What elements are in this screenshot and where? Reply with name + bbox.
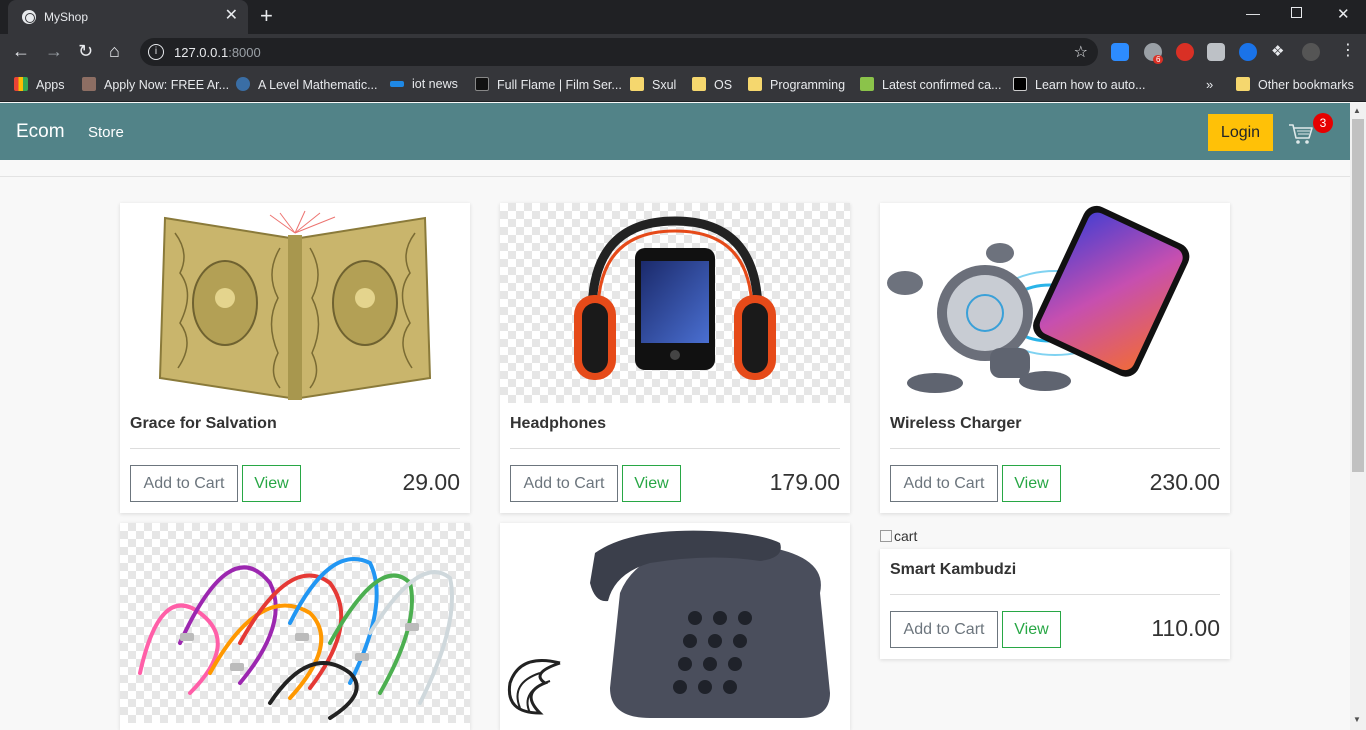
- view-button[interactable]: View: [622, 465, 681, 502]
- browser-tab[interactable]: MyShop ✕: [8, 0, 248, 34]
- card-body: Smart Kambudzi Add to Cart View 110.00: [880, 549, 1230, 659]
- product-card: [120, 523, 470, 730]
- back-arrow-icon[interactable]: ←: [12, 41, 30, 61]
- view-button[interactable]: View: [242, 465, 301, 502]
- add-to-cart-button[interactable]: Add to Cart: [890, 611, 998, 648]
- folder-icon: [630, 77, 644, 91]
- bookmark-item[interactable]: iot news: [390, 77, 458, 91]
- product-card: cart Smart Kambudzi Add to Cart View 110…: [880, 523, 1230, 659]
- product-card: [500, 523, 850, 730]
- divider: [0, 176, 1350, 177]
- shopping-cart-icon[interactable]: [1288, 121, 1314, 147]
- store-link[interactable]: Store: [88, 124, 124, 141]
- extension-icon[interactable]: [1207, 43, 1225, 61]
- forward-arrow-icon[interactable]: →: [45, 41, 63, 61]
- card-divider: [130, 448, 460, 449]
- bookmark-folder[interactable]: Programming: [748, 77, 845, 92]
- bookmark-folder[interactable]: OS: [692, 77, 732, 92]
- restore-icon[interactable]: [1291, 7, 1302, 18]
- wireless-charger-icon: [887, 205, 1190, 393]
- product-name: Smart Kambudzi: [890, 561, 1017, 578]
- site-info-icon[interactable]: i: [148, 44, 164, 60]
- tab-close-icon[interactable]: ✕: [225, 7, 238, 25]
- login-button[interactable]: Login: [1208, 114, 1273, 151]
- bookmark-star-icon[interactable]: ☆: [1074, 42, 1088, 62]
- card-divider: [510, 448, 840, 449]
- extension-icon[interactable]: [1239, 43, 1257, 61]
- scrollbar-thumb[interactable]: [1352, 119, 1364, 472]
- profile-avatar[interactable]: [1302, 43, 1320, 61]
- headphones-phone-icon: [574, 216, 776, 380]
- other-bookmarks[interactable]: Other bookmarks: [1236, 77, 1354, 92]
- product-price: 29.00: [402, 469, 460, 495]
- product-image: [500, 523, 850, 723]
- product-name: Headphones: [510, 415, 607, 432]
- bookmarks-overflow-icon[interactable]: »: [1206, 77, 1213, 92]
- product-card: Grace for Salvation Add to Cart View 29.…: [120, 203, 470, 513]
- view-button[interactable]: View: [1002, 465, 1061, 502]
- product-image: [120, 203, 470, 403]
- desk-telephone-icon: [507, 530, 830, 718]
- card-divider: [890, 448, 1220, 449]
- product-name: Grace for Salvation: [130, 415, 277, 432]
- ornate-book-icon: [158, 210, 432, 400]
- add-to-cart-button[interactable]: Add to Cart: [890, 465, 998, 502]
- new-tab-button[interactable]: +: [260, 5, 273, 27]
- scroll-up-arrow-icon[interactable]: ▲: [1353, 106, 1361, 115]
- browser-toolbar: ← → ↻ ⌂ i 127.0.0.1:8000 ☆ ❖: [0, 34, 1366, 70]
- bookmark-folder[interactable]: Sxul: [630, 77, 676, 92]
- bookmark-favicon-icon: [860, 77, 874, 91]
- bookmark-item[interactable]: Apply Now: FREE Ar...: [82, 77, 229, 92]
- puzzle-extensions-icon[interactable]: ❖: [1271, 42, 1289, 60]
- scroll-down-arrow-icon[interactable]: ▼: [1353, 715, 1361, 724]
- bookmarks-bar: Apps Apply Now: FREE Ar... A Level Mathe…: [0, 70, 1366, 102]
- bookmark-item[interactable]: Learn how to auto...: [1013, 77, 1146, 92]
- address-bar[interactable]: i 127.0.0.1:8000 ☆: [140, 38, 1098, 66]
- add-to-cart-button[interactable]: Add to Cart: [510, 465, 618, 502]
- home-icon[interactable]: ⌂: [109, 41, 120, 61]
- bookmark-item[interactable]: A Level Mathematic...: [236, 77, 378, 92]
- colorful-cables-icon: [138, 557, 454, 720]
- bookmark-item[interactable]: Full Flame | Film Ser...: [475, 77, 622, 92]
- folder-icon: [748, 77, 762, 91]
- site-navbar: Ecom Store Login 3: [0, 103, 1350, 160]
- product-card: Headphones Add to Cart View 179.00: [500, 203, 850, 513]
- power-extension-icon[interactable]: [1176, 43, 1194, 61]
- apps-grid-icon: [14, 77, 28, 91]
- url-text[interactable]: 127.0.0.1:8000: [174, 45, 261, 60]
- product-price: 179.00: [769, 469, 840, 495]
- product-price: 230.00: [1149, 469, 1220, 495]
- globe-icon: [22, 10, 36, 24]
- bookmark-favicon-icon: [82, 77, 96, 91]
- bookmark-apps[interactable]: Apps: [14, 77, 65, 92]
- folder-icon: [1236, 77, 1250, 91]
- window-close-icon[interactable]: ✕: [1337, 5, 1350, 23]
- bookmark-favicon-icon: [236, 77, 250, 91]
- product-image: [500, 203, 850, 403]
- reload-icon[interactable]: ↻: [78, 41, 93, 61]
- menu-dots-icon[interactable]: ⋮: [1340, 40, 1356, 60]
- folder-icon: [692, 77, 706, 91]
- bookmark-favicon-icon: [475, 77, 489, 91]
- brand-logo[interactable]: Ecom: [16, 121, 65, 143]
- zoom-extension-icon[interactable]: [1111, 43, 1129, 61]
- browser-tabstrip: MyShop ✕ + — ✕: [0, 0, 1366, 34]
- broken-image-placeholder: cart: [880, 528, 917, 544]
- view-button[interactable]: View: [1002, 611, 1061, 648]
- tab-title: MyShop: [44, 10, 89, 24]
- minimize-icon[interactable]: —: [1246, 5, 1260, 21]
- bookmark-favicon-icon: [390, 81, 404, 87]
- cart-count-badge: 3: [1313, 113, 1333, 133]
- product-card: Wireless Charger Add to Cart View 230.00: [880, 203, 1230, 513]
- product-name: Wireless Charger: [890, 415, 1022, 432]
- bookmark-item[interactable]: Latest confirmed ca...: [860, 77, 1002, 92]
- product-price: 110.00: [1151, 615, 1220, 641]
- bookmark-favicon-icon: [1013, 77, 1027, 91]
- card-divider: [890, 594, 1220, 595]
- add-to-cart-button[interactable]: Add to Cart: [130, 465, 238, 502]
- product-image: [880, 203, 1230, 403]
- product-image: [120, 523, 470, 723]
